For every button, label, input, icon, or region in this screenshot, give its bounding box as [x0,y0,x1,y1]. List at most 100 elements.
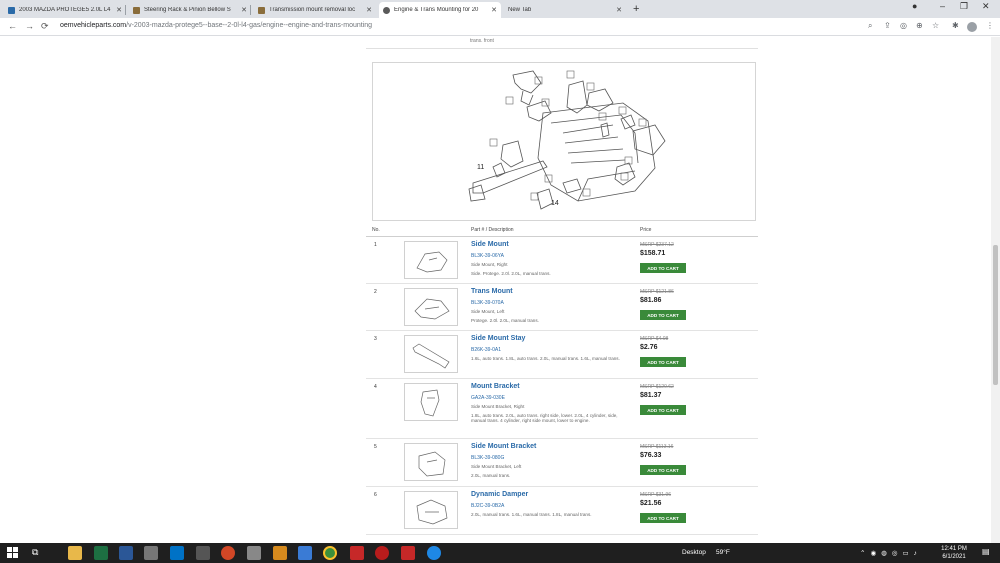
zoom-icon[interactable]: ⊕ [916,21,923,30]
page-scrollbar[interactable] [991,37,1000,543]
part-name-link[interactable]: Side Mount [471,241,509,248]
system-tray-icons[interactable]: ⌃◉◍◎▭♪ [860,549,922,557]
windows-start-icon[interactable] [7,547,19,559]
search-icon[interactable]: ⌕ [868,21,872,31]
parts-table-header: No. Part # / Description Price [366,223,758,237]
sale-price: $81.37 [640,392,662,399]
part-name-link[interactable]: Dynamic Damper [471,491,528,498]
part-name-link[interactable]: Side Mount Stay [471,335,525,342]
desktop-toolbar-label[interactable]: Desktop [682,549,706,556]
excel-icon[interactable] [94,546,108,560]
msrp-price: MSRP $31.96 [640,492,672,498]
add-to-cart-button[interactable]: ADD TO CART [640,513,686,523]
restore-icon[interactable]: ❐ [960,1,968,12]
app-icon[interactable] [247,546,261,560]
back-arrow-icon[interactable]: ← [8,21,17,31]
part-number-index: 1 [374,242,377,248]
file-explorer-icon[interactable] [68,546,82,560]
table-row: 4 Mount Bracket GA2A-39-030E Side Mount … [366,379,758,439]
add-to-cart-button[interactable]: ADD TO CART [640,310,686,320]
close-icon[interactable]: ✕ [241,6,247,14]
task-view-icon[interactable]: ⧉ [32,547,38,558]
part-thumbnail[interactable] [404,288,458,326]
part-thumbnail[interactable] [404,335,458,373]
tab-mazda-protege[interactable]: 2003 MAZDA PROTEGE5 2.0L L4 ✕ [4,2,126,18]
reload-icon[interactable]: ⟳ [41,21,49,32]
part-name-link[interactable]: Side Mount Bracket [471,443,536,450]
app-icon[interactable] [273,546,287,560]
app-icon[interactable] [401,546,415,560]
add-to-cart-button[interactable]: ADD TO CART [640,263,686,273]
app-icon[interactable] [375,546,389,560]
system-clock[interactable]: 12:41 PM 6/1/2021 [938,545,970,561]
part-thumbnail[interactable] [404,491,458,529]
powerpoint-icon[interactable] [221,546,235,560]
parts-diagram[interactable]: 11 14 [372,62,756,221]
bookmark-star-icon[interactable]: ☆ [932,21,939,30]
part-number-link[interactable]: BL3K-39-080G [471,455,504,461]
part-notes: Side. Protege. 2.0l. 2.0L, manual trans. [471,271,551,276]
close-icon[interactable]: ✕ [116,6,122,14]
part-name-link[interactable]: Mount Bracket [471,383,520,390]
calculator-icon[interactable] [196,546,210,560]
tab-transmission-mount[interactable]: Transmission mount removal loc ✕ [254,2,376,18]
favicon-icon [258,6,265,14]
part-description: 2.0L, manual trans. 1.6L, manual trans. … [471,512,592,517]
part-number-link[interactable]: BJ2C-39-0B2A [471,503,504,509]
app-icon[interactable] [144,546,158,560]
app-icon[interactable] [427,546,441,560]
part-thumbnail[interactable] [404,241,458,279]
profile-icon[interactable]: ● [912,1,917,11]
app-icon[interactable] [350,546,364,560]
avatar[interactable] [967,22,977,32]
tab-new-tab[interactable]: New Tab ✕ [504,2,626,18]
tab-title: 2003 MAZDA PROTEGE5 2.0L L4 [19,7,111,13]
clock-time: 12:41 PM [941,546,967,552]
menu-kebab-icon[interactable]: ⋮ [986,21,994,30]
callout-label: 14 [551,200,559,207]
notifications-icon[interactable]: ▤ [982,547,990,556]
app-icon[interactable] [298,546,312,560]
favicon-icon [133,6,140,14]
part-thumbnail[interactable] [404,383,458,421]
table-row: 6 Dynamic Damper BJ2C-39-0B2A 2.0L, manu… [366,487,758,535]
address-bar[interactable]: oemvehicleparts.com/v-2003-mazda-protege… [60,22,372,29]
part-number-link[interactable]: BL3K-39-06YA [471,253,504,259]
tab-engine-trans-mounting[interactable]: Engine & Trans Mounting for 20 ✕ [379,2,501,18]
msrp-price: MSRP $113.16 [640,444,674,450]
part-number-index: 2 [374,289,377,295]
close-icon[interactable]: ✕ [366,6,372,14]
tab-strip: 2003 MAZDA PROTEGE5 2.0L L4 ✕ Steering R… [0,0,1000,18]
close-icon[interactable]: ✕ [616,6,622,14]
tab-steering-rack[interactable]: Steering Rack & Pinion Bellow S ✕ [129,2,251,18]
extensions-icon[interactable]: ✱ [952,21,959,30]
favicon-icon [8,6,15,14]
sale-price: $2.76 [640,344,658,351]
add-to-cart-button[interactable]: ADD TO CART [640,405,686,415]
forward-arrow-icon[interactable]: → [25,21,34,31]
url-path: /v-2003-mazda-protege5--base--2-0l-l4-ga… [126,22,373,29]
close-icon[interactable]: ✕ [491,6,497,14]
eye-off-icon[interactable]: ◎ [900,21,907,30]
weather-label[interactable]: 59°F [716,549,730,556]
part-number-link[interactable]: BL3K-39-070A [471,300,504,306]
part-name-link[interactable]: Trans Mount [471,288,513,295]
minimize-icon[interactable]: – [940,1,945,11]
add-to-cart-button[interactable]: ADD TO CART [640,357,686,367]
part-description: 1.6L, auto trans. 1.8L, auto trans. 2.0L… [471,356,620,361]
close-window-icon[interactable]: ✕ [982,1,990,12]
word-icon[interactable] [119,546,133,560]
msrp-price: MSRP $121.86 [640,289,674,295]
part-number-link[interactable]: GA2A-39-030E [471,395,505,401]
share-icon[interactable]: ⇪ [884,21,891,30]
tab-title: Engine & Trans Mounting for 20 [394,7,479,13]
new-tab-button[interactable]: + [633,3,639,15]
scrollbar-thumb[interactable] [993,245,998,385]
sale-price: $158.71 [640,250,666,257]
part-number-link[interactable]: B26K-39-0A1 [471,347,501,353]
add-to-cart-button[interactable]: ADD TO CART [640,465,686,475]
part-thumbnail[interactable] [404,443,458,481]
outlook-icon[interactable] [170,546,184,560]
chrome-icon[interactable] [323,546,337,560]
tab-title: Transmission mount removal loc [269,7,356,13]
